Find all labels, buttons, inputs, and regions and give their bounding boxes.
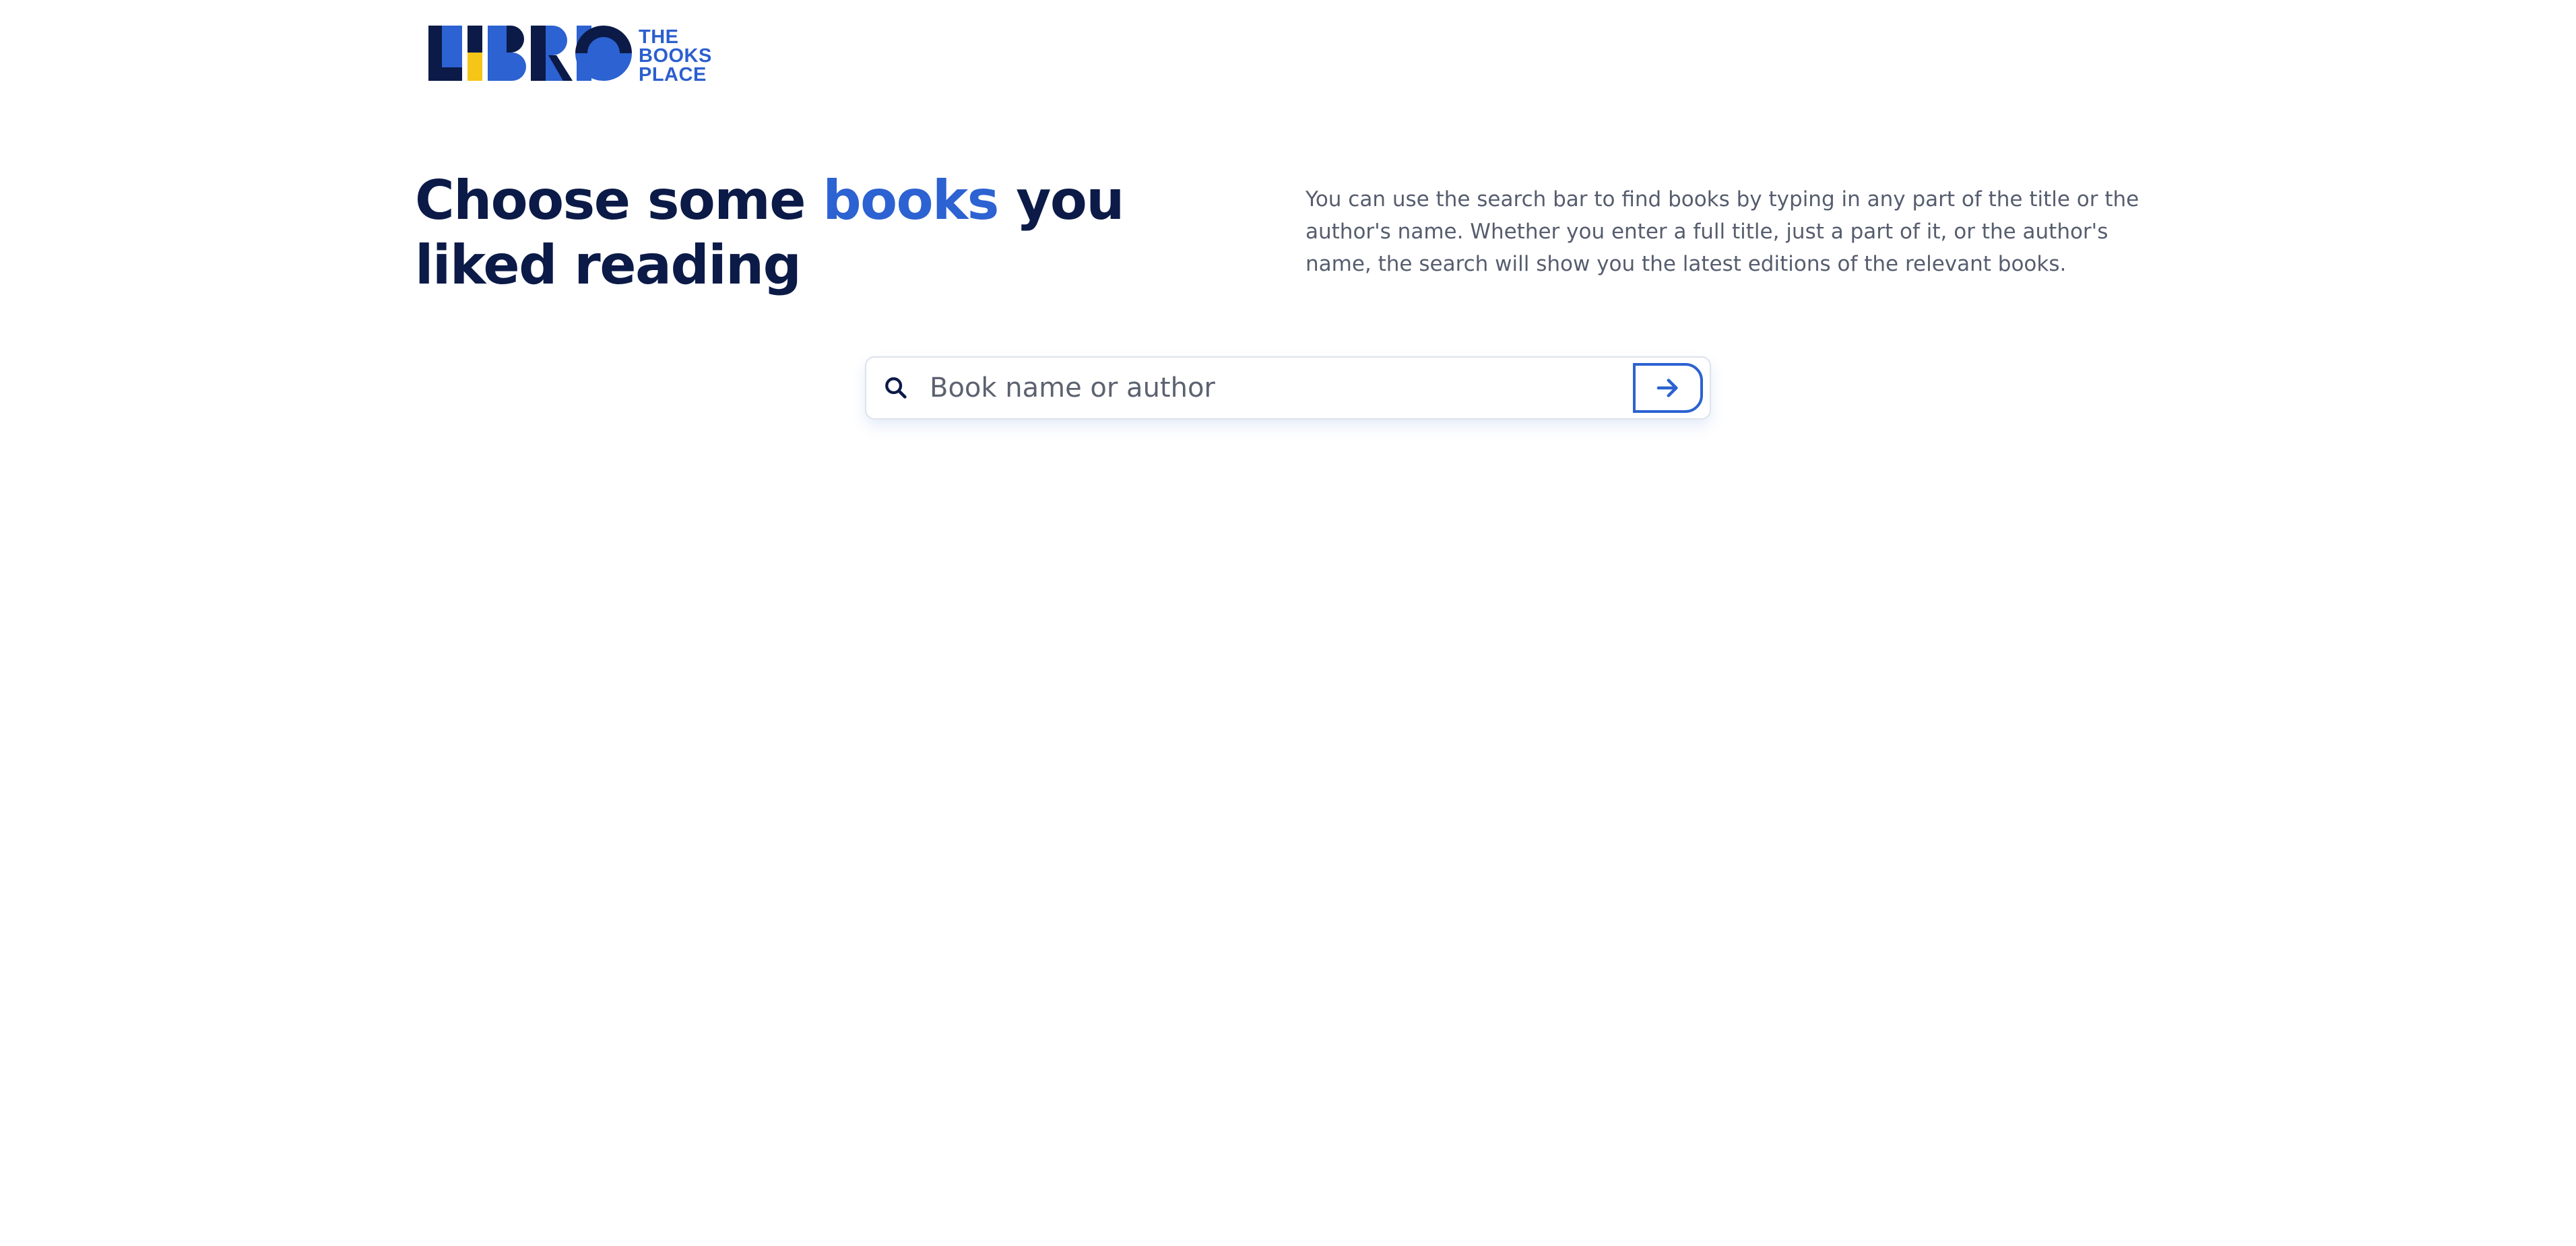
arrow-right-icon <box>1656 379 1678 397</box>
page-title-accent: books <box>823 169 999 232</box>
logo-tagline-line-2: BOOKS <box>639 45 712 67</box>
page-title: Choose some books you liked reading <box>415 168 1257 298</box>
search-submit-button[interactable] <box>1633 363 1703 413</box>
logo-tagline-line-1: THE <box>639 26 679 48</box>
search-icon <box>885 377 907 399</box>
page: THE BOOKS PLACE Choose some books you li… <box>0 0 2576 1246</box>
logo-tagline-line-3: PLACE <box>639 64 707 86</box>
search-bar <box>865 356 1711 420</box>
page-title-start: Choose some <box>415 169 823 232</box>
search-help-text: You can use the search bar to find books… <box>1306 187 2139 276</box>
librio-logo-mark <box>428 26 632 81</box>
search-input[interactable] <box>930 361 1633 415</box>
logo-tagline: THE BOOKS PLACE <box>639 26 712 86</box>
librio-logo[interactable]: THE BOOKS PLACE <box>428 26 712 86</box>
